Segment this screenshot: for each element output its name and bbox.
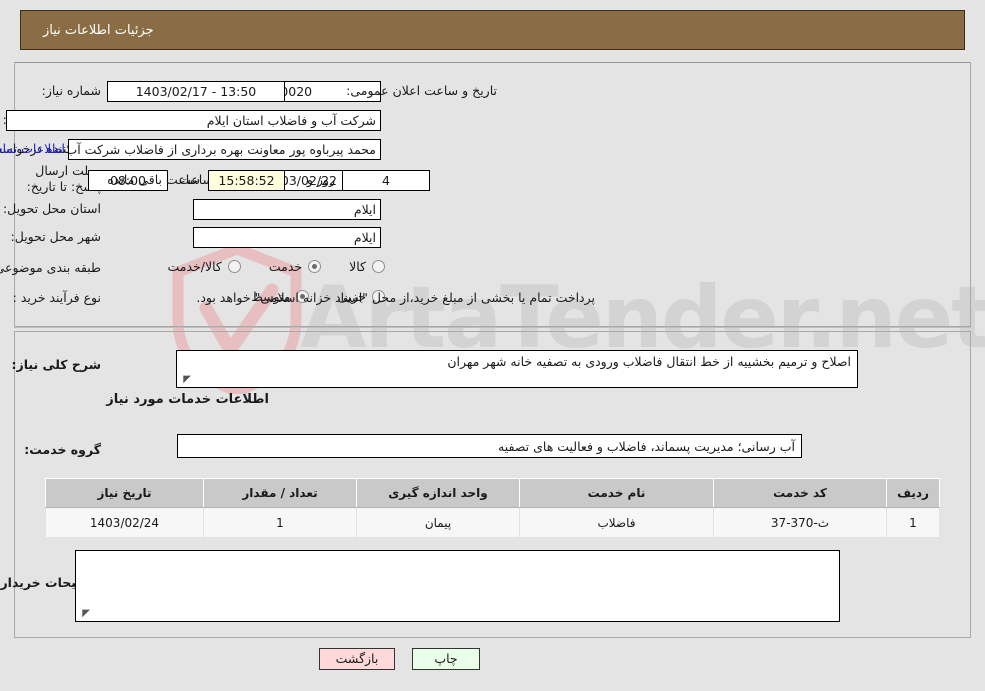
requester-field-wrap: محمد پیرباوه پور معاونت بهره برداری از ف…: [68, 139, 381, 160]
province-label: استان محل تحویل:: [2, 201, 101, 216]
remaining-days-label-wrap: روز و: [307, 172, 335, 187]
buyer-org-field-wrap: شرکت آب و فاضلاب استان ایلام: [6, 110, 381, 131]
need-number-label: شماره نیاز:: [41, 83, 101, 98]
announce-datetime-field[interactable]: 13:50 - 1403/02/17: [107, 81, 285, 102]
remaining-days-label: روز و: [306, 172, 335, 187]
services-heading: اطلاعات خدمات مورد نیاز: [106, 392, 269, 407]
back-button[interactable]: بازگشت: [319, 648, 395, 670]
page-root: ArtaTender.net جزئیات اطلاعات نیاز شماره…: [0, 0, 985, 691]
category-label: طبقه بندی موضوعی:: [0, 260, 101, 275]
remaining-time-label-wrap: ساعت باقی مانده: [107, 172, 200, 187]
table-row[interactable]: 1 ث-370-37 فاضلاب پیمان 1 1403/02/24: [45, 507, 940, 538]
process-label-wrap: نوع فرآیند خرید :: [13, 290, 101, 305]
category-option-kala-khedmat-label: کالا/خدمت: [167, 259, 222, 274]
announce-datetime-label-wrap: تاریخ و ساعت اعلان عمومی:: [346, 83, 497, 98]
category-option-khedmat-label: خدمت: [268, 259, 303, 274]
panel-divider: [14, 327, 971, 328]
services-table: ردیف کد خدمت نام خدمت واحد اندازه گیری ت…: [45, 478, 940, 538]
cell-unit: پیمان: [356, 507, 520, 538]
service-group-label-wrap: گروه خدمت:: [24, 442, 101, 457]
cell-need-date: 1403/02/24: [45, 507, 204, 538]
col-code: کد خدمت: [713, 478, 887, 508]
province-field-wrap: ایلام: [193, 199, 381, 220]
description-label: شرح کلی نیاز:: [11, 357, 101, 372]
payment-note-wrap: پرداخت تمام یا بخشی از مبلغ خرید،از محل …: [196, 290, 595, 305]
cell-code: ث-370-37: [713, 507, 887, 538]
col-unit: واحد اندازه گیری: [356, 478, 520, 508]
need-number-label-wrap: شماره نیاز:: [42, 83, 101, 98]
category-option-kala-khedmat[interactable]: کالا/خدمت: [167, 259, 241, 274]
remaining-time-field[interactable]: 15:58:52: [208, 170, 285, 191]
col-name: نام خدمت: [519, 478, 714, 508]
city-label-wrap: شهر محل تحویل:: [11, 229, 101, 244]
description-label-wrap: شرح کلی نیاز:: [12, 357, 101, 372]
remaining-time-wrap: 15:58:52: [208, 170, 285, 191]
radio-khedmat-icon[interactable]: [308, 260, 322, 273]
print-button-wrap: چاپ: [412, 648, 480, 670]
category-option-khedmat[interactable]: خدمت: [268, 259, 322, 274]
remaining-days-field[interactable]: 4: [342, 170, 430, 191]
col-index: ردیف: [886, 478, 940, 508]
page-title-bar: جزئیات اطلاعات نیاز: [20, 10, 965, 50]
process-label: نوع فرآیند خرید :: [12, 290, 101, 305]
description-value: اصلاح و ترمیم بخشییه از خط انتقال فاضلاب…: [447, 354, 851, 369]
province-label-wrap: استان محل تحویل:: [3, 201, 101, 216]
radio-kala-khedmat-icon[interactable]: [227, 260, 241, 273]
announce-datetime-label: تاریخ و ساعت اعلان عمومی:: [346, 83, 497, 98]
city-field-wrap: ایلام: [193, 227, 381, 248]
cell-quantity: 1: [203, 507, 357, 538]
buyer-org-field[interactable]: شرکت آب و فاضلاب استان ایلام: [6, 110, 381, 131]
buyer-contact-link[interactable]: اطلاعات تماس خریدار: [0, 141, 65, 156]
city-label: شهر محل تحویل:: [10, 229, 101, 244]
category-radio-group: کالا خدمت کالا/خدمت: [139, 259, 385, 274]
cell-index: 1: [886, 507, 940, 538]
province-field[interactable]: ایلام: [193, 199, 381, 220]
table-header-row: ردیف کد خدمت نام خدمت واحد اندازه گیری ت…: [45, 478, 940, 508]
service-group-value: آب رسانی؛ مدیریت پسماند، فاضلاب و فعالیت…: [498, 439, 795, 454]
city-field[interactable]: ایلام: [193, 227, 381, 248]
radio-kala-icon[interactable]: [372, 260, 385, 273]
page-title: جزئیات اطلاعات نیاز: [43, 22, 154, 38]
category-option-kala[interactable]: کالا: [349, 259, 385, 274]
back-button-wrap: بازگشت: [319, 648, 395, 670]
requester-field[interactable]: محمد پیرباوه پور معاونت بهره برداری از ف…: [68, 139, 381, 160]
description-textarea[interactable]: اصلاح و ترمیم بخشییه از خط انتقال فاضلاب…: [176, 350, 858, 388]
announce-datetime-field-wrap: 13:50 - 1403/02/17: [106, 81, 285, 102]
payment-note: پرداخت تمام یا بخشی از مبلغ خرید،از محل …: [196, 290, 595, 305]
resize-grip-icon[interactable]: ◤: [179, 374, 191, 386]
remaining-days-wrap: 4: [342, 170, 430, 191]
remaining-time-label: ساعت باقی مانده: [107, 172, 200, 187]
comments-textarea[interactable]: ◤: [75, 550, 840, 622]
category-label-wrap: طبقه بندی موضوعی:: [0, 260, 101, 275]
col-need-date: تاریخ نیاز: [45, 478, 204, 508]
print-button[interactable]: چاپ: [412, 648, 480, 670]
col-quantity: تعداد / مقدار: [203, 478, 357, 508]
service-group-field[interactable]: آب رسانی؛ مدیریت پسماند، فاضلاب و فعالیت…: [177, 434, 802, 458]
comments-resize-grip-icon[interactable]: ◤: [78, 608, 90, 620]
cell-name: فاضلاب: [519, 507, 714, 538]
service-group-label: گروه خدمت:: [24, 442, 101, 457]
category-option-kala-label: کالا: [349, 259, 366, 274]
